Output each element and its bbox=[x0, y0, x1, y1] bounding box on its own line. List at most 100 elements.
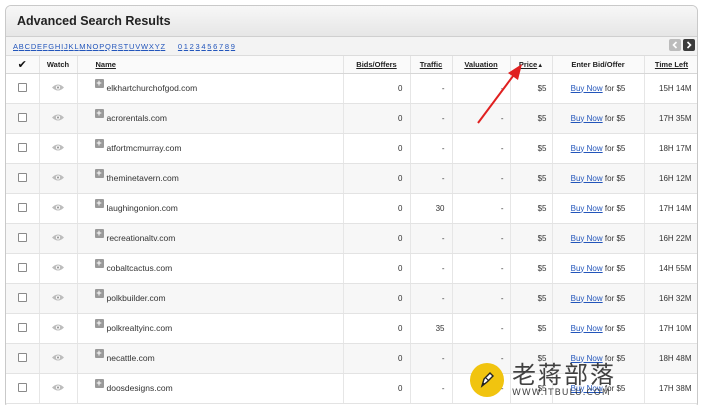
sort-by-time-left-link[interactable]: Time Left bbox=[655, 60, 688, 69]
expand-plus-icon[interactable]: + bbox=[94, 259, 104, 268]
alpha-link-y[interactable]: Y bbox=[155, 42, 160, 51]
buy-now-link[interactable]: Buy Now bbox=[571, 144, 603, 153]
digit-link-7[interactable]: 7 bbox=[219, 42, 223, 51]
eye-icon[interactable] bbox=[51, 323, 65, 332]
watch-cell bbox=[39, 283, 78, 314]
digit-link-5[interactable]: 5 bbox=[207, 42, 211, 51]
buy-now-link[interactable]: Buy Now bbox=[571, 354, 603, 363]
price-cell: $5 bbox=[510, 163, 553, 194]
row-checkbox[interactable] bbox=[17, 112, 27, 122]
eye-icon[interactable] bbox=[51, 143, 65, 152]
table-row: + atfortmcmurray.com 0- - $5 Buy Now for $5 18… bbox=[6, 133, 697, 164]
alpha-link-u[interactable]: U bbox=[129, 42, 135, 51]
expand-plus-icon[interactable]: + bbox=[94, 319, 104, 328]
digit-link-4[interactable]: 4 bbox=[201, 42, 205, 51]
eye-icon[interactable] bbox=[51, 203, 65, 212]
eye-icon[interactable] bbox=[51, 173, 65, 182]
alpha-link-k[interactable]: K bbox=[69, 42, 74, 51]
buy-now-link[interactable]: Buy Now bbox=[571, 114, 603, 123]
digit-link-8[interactable]: 8 bbox=[225, 42, 229, 51]
digit-link-1[interactable]: 1 bbox=[184, 42, 188, 51]
sort-by-price-link[interactable]: Price bbox=[519, 60, 537, 69]
row-checkbox[interactable] bbox=[17, 82, 27, 92]
eye-icon[interactable] bbox=[51, 263, 65, 272]
buy-now-link[interactable]: Buy Now bbox=[571, 84, 603, 93]
row-checkbox[interactable] bbox=[17, 322, 27, 332]
domain-cell: + acrorentals.com bbox=[77, 103, 344, 134]
buy-now-link[interactable]: Buy Now bbox=[571, 324, 603, 333]
alpha-link-v[interactable]: V bbox=[135, 42, 140, 51]
digit-link-9[interactable]: 9 bbox=[231, 42, 235, 51]
sort-by-bids-link[interactable]: Bids/Offers bbox=[356, 60, 396, 69]
alpha-link-m[interactable]: M bbox=[79, 42, 85, 51]
expand-plus-icon[interactable]: + bbox=[94, 289, 104, 298]
eye-icon[interactable] bbox=[51, 113, 65, 122]
expand-plus-icon[interactable]: + bbox=[94, 379, 104, 388]
expand-plus-icon[interactable]: + bbox=[94, 349, 104, 358]
alpha-link-n[interactable]: N bbox=[86, 42, 92, 51]
buy-now-link[interactable]: Buy Now bbox=[571, 294, 603, 303]
expand-plus-icon[interactable]: + bbox=[94, 109, 104, 118]
alpha-link-t[interactable]: T bbox=[124, 42, 129, 51]
eye-icon[interactable] bbox=[51, 233, 65, 242]
row-checkbox[interactable] bbox=[17, 142, 27, 152]
sort-by-name-link[interactable]: Name bbox=[96, 60, 116, 69]
eye-icon[interactable] bbox=[51, 383, 65, 392]
row-checkbox[interactable] bbox=[17, 382, 27, 392]
buy-now-link[interactable]: Buy Now bbox=[571, 174, 603, 183]
alpha-link-b[interactable]: B bbox=[19, 42, 24, 51]
select-all-checkmark[interactable]: ✔ bbox=[6, 56, 40, 74]
row-checkbox[interactable] bbox=[17, 232, 27, 242]
column-header-traffic[interactable]: Traffic bbox=[410, 56, 453, 74]
digit-link-2[interactable]: 2 bbox=[190, 42, 194, 51]
digit-link-0[interactable]: 0 bbox=[178, 42, 182, 51]
column-header-name[interactable]: Name bbox=[77, 56, 344, 74]
alpha-link-l[interactable]: L bbox=[74, 42, 78, 51]
expand-plus-icon[interactable]: + bbox=[94, 199, 104, 208]
next-page-button[interactable] bbox=[683, 39, 695, 51]
alpha-link-e[interactable]: E bbox=[37, 42, 42, 51]
row-checkbox[interactable] bbox=[17, 262, 27, 272]
traffic-cell: - bbox=[410, 223, 453, 254]
row-checkbox[interactable] bbox=[17, 352, 27, 362]
buy-now-link[interactable]: Buy Now bbox=[571, 264, 603, 273]
alpha-link-o[interactable]: O bbox=[93, 42, 99, 51]
alpha-link-d[interactable]: D bbox=[31, 42, 37, 51]
alpha-link-f[interactable]: F bbox=[43, 42, 48, 51]
row-checkbox[interactable] bbox=[17, 202, 27, 212]
alpha-link-g[interactable]: G bbox=[48, 42, 54, 51]
expand-plus-icon[interactable]: + bbox=[94, 169, 104, 178]
alpha-link-q[interactable]: Q bbox=[105, 42, 111, 51]
prev-page-button[interactable] bbox=[669, 39, 681, 51]
sort-by-valuation-link[interactable]: Valuation bbox=[464, 60, 497, 69]
expand-plus-icon[interactable]: + bbox=[94, 139, 104, 148]
column-header-time-left[interactable]: Time Left bbox=[644, 56, 697, 74]
alpha-link-r[interactable]: R bbox=[112, 42, 118, 51]
alpha-link-j[interactable]: J bbox=[64, 42, 68, 51]
expand-plus-icon[interactable]: + bbox=[94, 229, 104, 238]
buy-now-link[interactable]: Buy Now bbox=[571, 204, 603, 213]
eye-icon[interactable] bbox=[51, 83, 65, 92]
digit-link-6[interactable]: 6 bbox=[213, 42, 217, 51]
row-checkbox[interactable] bbox=[17, 172, 27, 182]
eye-icon[interactable] bbox=[51, 293, 65, 302]
column-header-valuation[interactable]: Valuation bbox=[452, 56, 511, 74]
alpha-link-c[interactable]: C bbox=[25, 42, 31, 51]
column-header-price[interactable]: Price▲ bbox=[510, 56, 553, 74]
alpha-link-w[interactable]: W bbox=[141, 42, 148, 51]
alpha-link-p[interactable]: P bbox=[99, 42, 104, 51]
buy-now-link[interactable]: Buy Now bbox=[571, 234, 603, 243]
valuation-cell: - bbox=[452, 163, 511, 194]
alpha-link-x[interactable]: X bbox=[149, 42, 154, 51]
alpha-link-a[interactable]: A bbox=[13, 42, 18, 51]
column-header-bids[interactable]: Bids/Offers bbox=[343, 56, 411, 74]
alpha-link-h[interactable]: H bbox=[55, 42, 61, 51]
expand-plus-icon[interactable]: + bbox=[94, 79, 104, 88]
digit-link-3[interactable]: 3 bbox=[196, 42, 200, 51]
eye-icon[interactable] bbox=[51, 353, 65, 362]
buy-now-link[interactable]: Buy Now bbox=[571, 384, 603, 393]
alpha-link-s[interactable]: S bbox=[118, 42, 123, 51]
row-checkbox[interactable] bbox=[17, 292, 27, 302]
sort-by-traffic-link[interactable]: Traffic bbox=[420, 60, 443, 69]
alpha-link-z[interactable]: Z bbox=[161, 42, 166, 51]
